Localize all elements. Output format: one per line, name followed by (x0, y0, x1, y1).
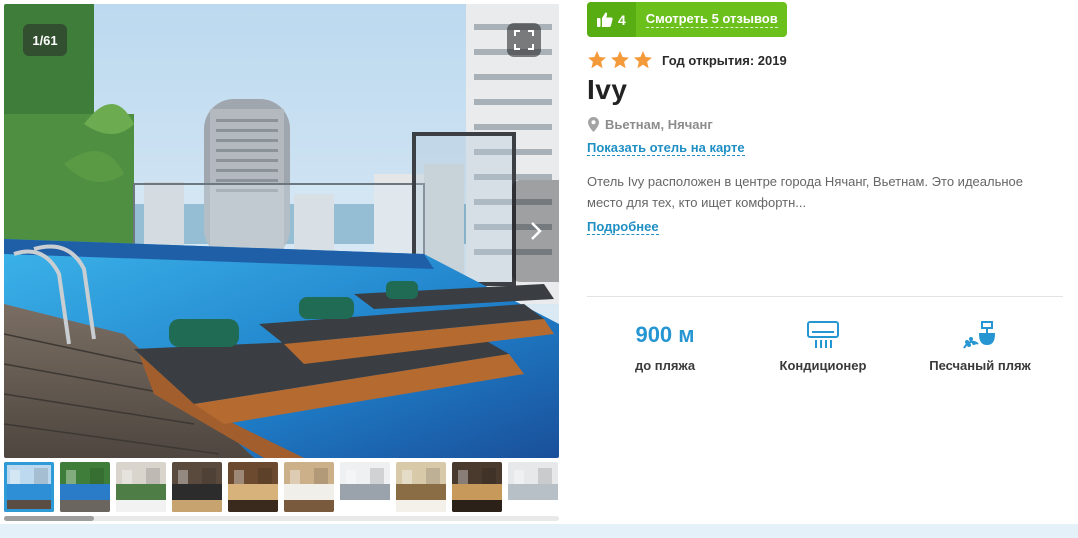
hotel-description: Отель Ivy расположен в центре города Няч… (587, 174, 1023, 210)
opening-year: Год открытия: 2019 (662, 52, 787, 68)
thumbnail-2[interactable] (60, 462, 110, 512)
chevron-right-icon (530, 222, 542, 240)
thumbnail-image (340, 462, 390, 512)
location-text: Вьетнам, Нячанг (605, 117, 713, 132)
amenity-beach-distance: 900 м до пляжа (595, 320, 735, 373)
thumbnail-scrollbar-thumb[interactable] (4, 516, 94, 521)
hotel-stars-row: Год открытия: 2019 (587, 50, 787, 70)
thumbnail-6[interactable] (284, 462, 334, 512)
air-conditioner-icon (807, 321, 839, 348)
thumbnail-10[interactable] (508, 462, 558, 512)
thumbnail-3[interactable] (116, 462, 166, 512)
view-reviews-label: Смотреть 5 отзывов (645, 11, 778, 28)
hotel-location: Вьетнам, Нячанг (588, 117, 713, 132)
thumbnail-7[interactable] (340, 462, 390, 512)
thumbnail-5[interactable] (228, 462, 278, 512)
thumbnail-image (172, 462, 222, 512)
star-icon (611, 51, 629, 69)
rating-box: 4 (587, 2, 636, 37)
hotel-card: 1/61 4 Смотреть 5 отзывов Год открытия: … (0, 0, 1078, 538)
amenity-air-conditioner: Кондиционер (753, 320, 893, 373)
hotel-stars (587, 50, 656, 70)
thumbnail-image (284, 462, 334, 512)
next-photo-button[interactable] (512, 180, 559, 282)
air-conditioner-label: Кондиционер (779, 358, 867, 373)
fullscreen-button[interactable] (507, 23, 541, 57)
hotel-name: Ivy (587, 74, 628, 105)
thumbnail-image (4, 462, 54, 512)
thumbnail-image (228, 462, 278, 512)
star-icon (588, 51, 606, 69)
thumbnail-image (60, 462, 110, 512)
thumbnail-image (452, 462, 502, 512)
sandy-beach-icon (963, 321, 996, 349)
reviews-badge: 4 Смотреть 5 отзывов (587, 2, 787, 37)
thumbnail-image (396, 462, 446, 512)
read-more-link[interactable]: Подробнее (587, 219, 659, 235)
thumbnail-image (508, 462, 558, 512)
thumbnail-4[interactable] (172, 462, 222, 512)
divider (587, 296, 1063, 297)
amenity-sandy-beach: Песчаный пляж (910, 320, 1050, 373)
thumbnail-strip (4, 462, 559, 516)
photo-gallery[interactable]: 1/61 (4, 4, 559, 458)
sandy-beach-label: Песчаный пляж (929, 358, 1031, 373)
page-bottom-strip (0, 524, 1078, 538)
thumbnail-image (116, 462, 166, 512)
map-pin-icon (588, 117, 599, 132)
thumbnail-8[interactable] (396, 462, 446, 512)
beach-distance-value: 900 м (635, 322, 695, 347)
view-reviews-link[interactable]: Смотреть 5 отзывов (636, 2, 787, 37)
rating-value: 4 (618, 11, 626, 28)
thumbs-up-icon (597, 12, 613, 27)
main-photo (4, 4, 559, 458)
thumbnail-1[interactable] (4, 462, 54, 512)
beach-distance-label: до пляжа (634, 358, 696, 373)
fullscreen-icon (514, 30, 534, 50)
star-icon (634, 51, 652, 69)
show-on-map-link[interactable]: Показать отель на карте (587, 140, 745, 156)
photo-counter: 1/61 (23, 24, 67, 56)
thumbnail-9[interactable] (452, 462, 502, 512)
